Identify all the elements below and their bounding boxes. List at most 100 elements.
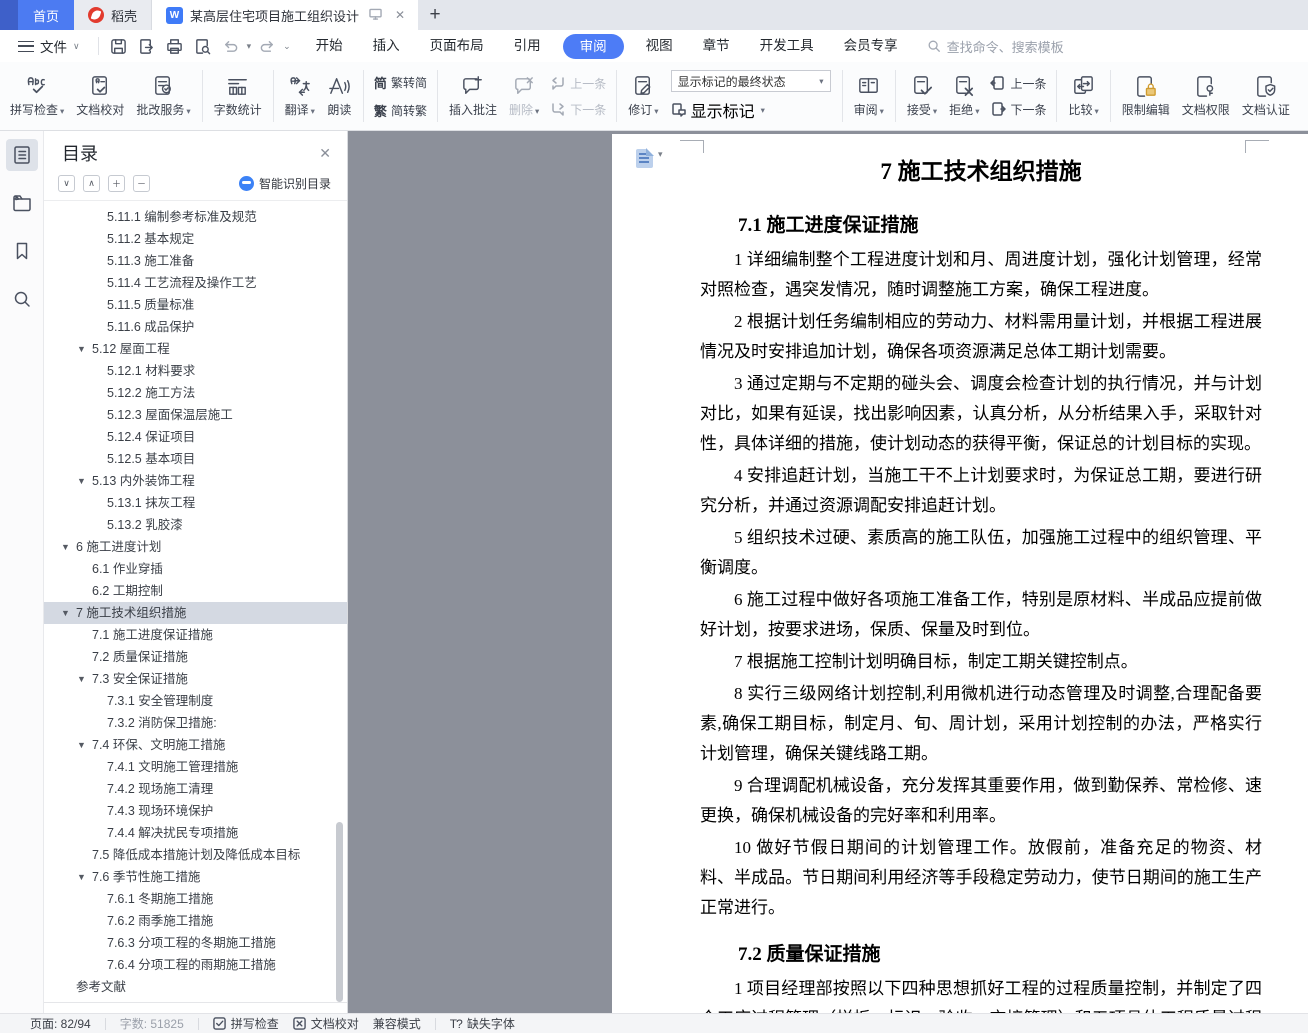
new-tab-button[interactable]: + — [418, 0, 452, 30]
collapse-all-button[interactable]: － — [133, 175, 150, 192]
print-button[interactable] — [163, 34, 187, 58]
toc-item[interactable]: ▼ 7.6.3 分项工程的冬期施工措施 — [44, 932, 347, 954]
chevron-down-icon[interactable]: ▼ — [61, 536, 76, 558]
smart-toc-button[interactable]: 智能识别目录 — [238, 175, 331, 192]
toc-item[interactable]: ▼ 5.11.4 工艺流程及操作工艺 — [44, 272, 347, 294]
command-search-input[interactable]: 查找命令、搜索模板 — [927, 37, 1064, 56]
toc-item[interactable]: ▼ 6.1 作业穿插 — [44, 558, 347, 580]
document-page[interactable]: ▾ 7 施工技术组织措施 7.1 施工进度保证措施 1 详细编制整个工程进度计划… — [612, 134, 1308, 1013]
doc-cert-button[interactable]: 文档认证 — [1236, 71, 1296, 121]
page-nav-widget[interactable]: ▾ — [636, 148, 663, 168]
reject-revision-button[interactable]: 拒绝 ▾ — [943, 71, 985, 121]
word-count-button[interactable]: 字数统计 — [208, 71, 268, 121]
tab-member[interactable]: 会员专享 — [829, 30, 913, 62]
customize-quickbar-icon[interactable]: ⌄ — [283, 41, 291, 52]
workspace-panel-button[interactable] — [6, 187, 38, 219]
toc-item[interactable]: ▼ 5.12.2 施工方法 — [44, 382, 347, 404]
document-canvas[interactable]: ▾ 7 施工技术组织措施 7.1 施工进度保证措施 1 详细编制整个工程进度计划… — [348, 131, 1308, 1013]
read-aloud-button[interactable]: 朗读 — [321, 71, 358, 121]
export-pdf-button[interactable] — [135, 34, 159, 58]
toc-item[interactable]: ▼ 7.3 安全保证措施 — [44, 668, 347, 690]
tab-review[interactable]: 审阅 — [562, 33, 624, 59]
toc-item[interactable]: ▼ 5.11.5 质量标准 — [44, 294, 347, 316]
chevron-down-icon[interactable]: ▼ — [77, 338, 92, 360]
toc-item[interactable]: ▼ 7.2 质量保证措施 — [44, 646, 347, 668]
collapse-up-button[interactable]: ∧ — [83, 175, 100, 192]
file-menu-button[interactable]: 文件 ∨ — [18, 36, 90, 56]
toc-item[interactable]: ▼ 7.4.2 现场施工清理 — [44, 778, 347, 800]
tab-docer[interactable]: 稻壳 — [74, 0, 153, 30]
trad-to-simp-button[interactable]: 简 繁转简 — [374, 73, 427, 92]
doc-proof-button[interactable]: 文档校对 — [70, 71, 130, 121]
accept-revision-button[interactable]: 接受 ▾ — [901, 71, 943, 121]
toc-item[interactable]: ▼ 5.13 内外装饰工程 — [44, 470, 347, 492]
toc-item[interactable]: ▼ 7.4 环保、文明施工措施 — [44, 734, 347, 756]
word-count-indicator[interactable]: 字数: 51825 — [120, 1015, 184, 1032]
restrict-edit-button[interactable]: 限制编辑 — [1116, 71, 1176, 121]
next-revision-button[interactable]: 下一条 — [990, 101, 1046, 118]
tab-references[interactable]: 引用 — [499, 30, 556, 62]
chevron-down-icon[interactable]: ▼ — [77, 866, 92, 888]
toc-item[interactable]: ▼ 7.5 降低成本措施计划及降低成本目标 — [44, 844, 347, 866]
compat-mode-indicator[interactable]: 兼容模式 — [373, 1015, 421, 1032]
find-panel-button[interactable] — [6, 283, 38, 315]
toc-item[interactable]: ▼ 7 施工技术组织措施 — [44, 602, 347, 624]
undo-button[interactable] — [219, 34, 243, 58]
document-content[interactable]: 7 施工技术组织措施 7.1 施工进度保证措施 1 详细编制整个工程进度计划和月… — [700, 142, 1262, 1013]
tab-insert[interactable]: 插入 — [358, 30, 415, 62]
toc-item[interactable]: ▼ 5.13.2 乳胶漆 — [44, 514, 347, 536]
chevron-down-icon[interactable]: ▼ — [77, 470, 92, 492]
show-markup-button[interactable]: 显示标记 ▾ — [671, 98, 831, 122]
spell-check-status[interactable]: 拼写检查 — [212, 1015, 279, 1032]
review-pane-button[interactable]: 审阅 ▾ — [848, 71, 890, 121]
markup-state-dropdown[interactable]: 显示标记的最终状态 ▾ — [670, 70, 831, 92]
close-tab-icon[interactable]: ✕ — [392, 8, 408, 22]
toc-item[interactable]: ▼ 7.6 季节性施工措施 — [44, 866, 347, 888]
toc-item[interactable]: ▼ 6 施工进度计划 — [44, 536, 347, 558]
toc-item[interactable]: ▼ 7.1 施工进度保证措施 — [44, 624, 347, 646]
chevron-down-icon[interactable]: ▼ — [61, 602, 76, 624]
print-preview-button[interactable] — [191, 34, 215, 58]
toc-item[interactable]: ▼ 7.4.1 文明施工管理措施 — [44, 756, 347, 778]
bookmark-panel-button[interactable] — [6, 235, 38, 267]
translate-button[interactable]: 翻译 ▾ — [279, 71, 321, 121]
tab-start[interactable]: 开始 — [301, 30, 358, 62]
toc-item[interactable]: ▼ 5.12.5 基本项目 — [44, 448, 347, 470]
compare-button[interactable]: 比较 ▾ — [1062, 71, 1104, 121]
tab-page-layout[interactable]: 页面布局 — [415, 30, 499, 62]
toc-item[interactable]: ▼ 7.4.4 解决扰民专项措施 — [44, 822, 347, 844]
toc-scrollbar[interactable] — [336, 822, 343, 1002]
toc-item[interactable]: ▼ 5.12.3 屋面保温层施工 — [44, 404, 347, 426]
toc-item[interactable]: ▼ 5.12.1 材料要求 — [44, 360, 347, 382]
toc-item[interactable]: ▼ 参考文献 — [44, 976, 347, 998]
insert-comment-button[interactable]: 插入批注 — [443, 71, 503, 121]
toc-item[interactable]: ▼ 5.12 屋面工程 — [44, 338, 347, 360]
redo-button[interactable] — [255, 34, 279, 58]
revision-button[interactable]: 修订 ▾ — [622, 71, 664, 121]
toc-item[interactable]: ▼ 7.6.2 雨季施工措施 — [44, 910, 347, 932]
toc-item[interactable]: ▼ 6.2 工期控制 — [44, 580, 347, 602]
toc-item[interactable]: ▼ 5.11.3 施工准备 — [44, 250, 347, 272]
close-icon[interactable]: ✕ — [319, 145, 331, 162]
expand-down-button[interactable]: ∨ — [58, 175, 75, 192]
chevron-down-icon[interactable]: ▼ — [77, 668, 92, 690]
tab-dev-tools[interactable]: 开发工具 — [745, 30, 829, 62]
page-indicator[interactable]: 页面: 82/94 — [30, 1015, 91, 1032]
tab-home[interactable]: 首页 — [18, 0, 74, 30]
simp-to-trad-button[interactable]: 繁 简转繁 — [374, 101, 427, 120]
toc-item[interactable]: ▼ 5.11.6 成品保护 — [44, 316, 347, 338]
toc-item[interactable]: ▼ 7.3.2 消防保卫措施: — [44, 712, 347, 734]
doc-permission-button[interactable]: 文档权限 — [1176, 71, 1236, 121]
toc-item[interactable]: ▼ 7.3.1 安全管理制度 — [44, 690, 347, 712]
missing-font-indicator[interactable]: T? 缺失字体 — [450, 1015, 515, 1032]
toc-panel-button[interactable] — [5, 139, 38, 171]
toc-item[interactable]: ▼ 5.12.4 保证项目 — [44, 426, 347, 448]
next-comment-button[interactable]: 下一条 — [550, 101, 606, 118]
undo-caret-icon[interactable]: ▾ — [247, 41, 252, 52]
spell-check-button[interactable]: 拼写检查 ▾ — [4, 71, 70, 121]
save-button[interactable] — [107, 34, 131, 58]
toc-item[interactable]: ▼ 7.6.4 分项工程的雨期施工措施 — [44, 954, 347, 976]
toc-item[interactable]: ▼ 5.11.2 基本规定 — [44, 228, 347, 250]
monitor-icon[interactable] — [366, 8, 385, 23]
chevron-down-icon[interactable]: ▼ — [77, 734, 92, 756]
